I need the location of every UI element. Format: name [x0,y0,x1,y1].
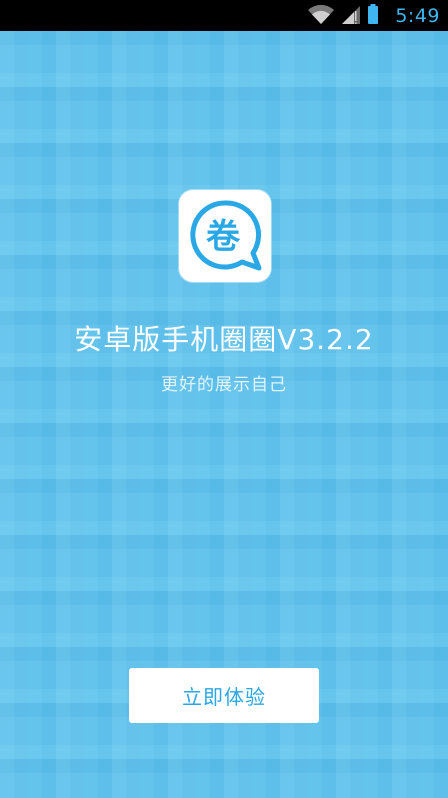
logo-glyph: 卷 [206,217,241,257]
wifi-icon [307,3,335,29]
signal-icon [341,3,361,29]
app-subtitle: 更好的展示自己 [161,375,287,395]
splash-screen: 5:49 卷 安卓版手机圈圈V3.2.2 更好的展示自己 立即体验 [0,0,448,798]
app-logo: 卷 [179,190,271,282]
app-title: 安卓版手机圈圈V3.2.2 [74,323,374,356]
battery-icon [367,3,379,29]
quan-chat-bubble-icon: 卷 [190,200,262,271]
status-icons: 5:49 [307,0,440,31]
status-time: 5:49 [395,4,440,27]
start-now-button[interactable]: 立即体验 [129,668,319,723]
status-bar: 5:49 [0,0,448,31]
